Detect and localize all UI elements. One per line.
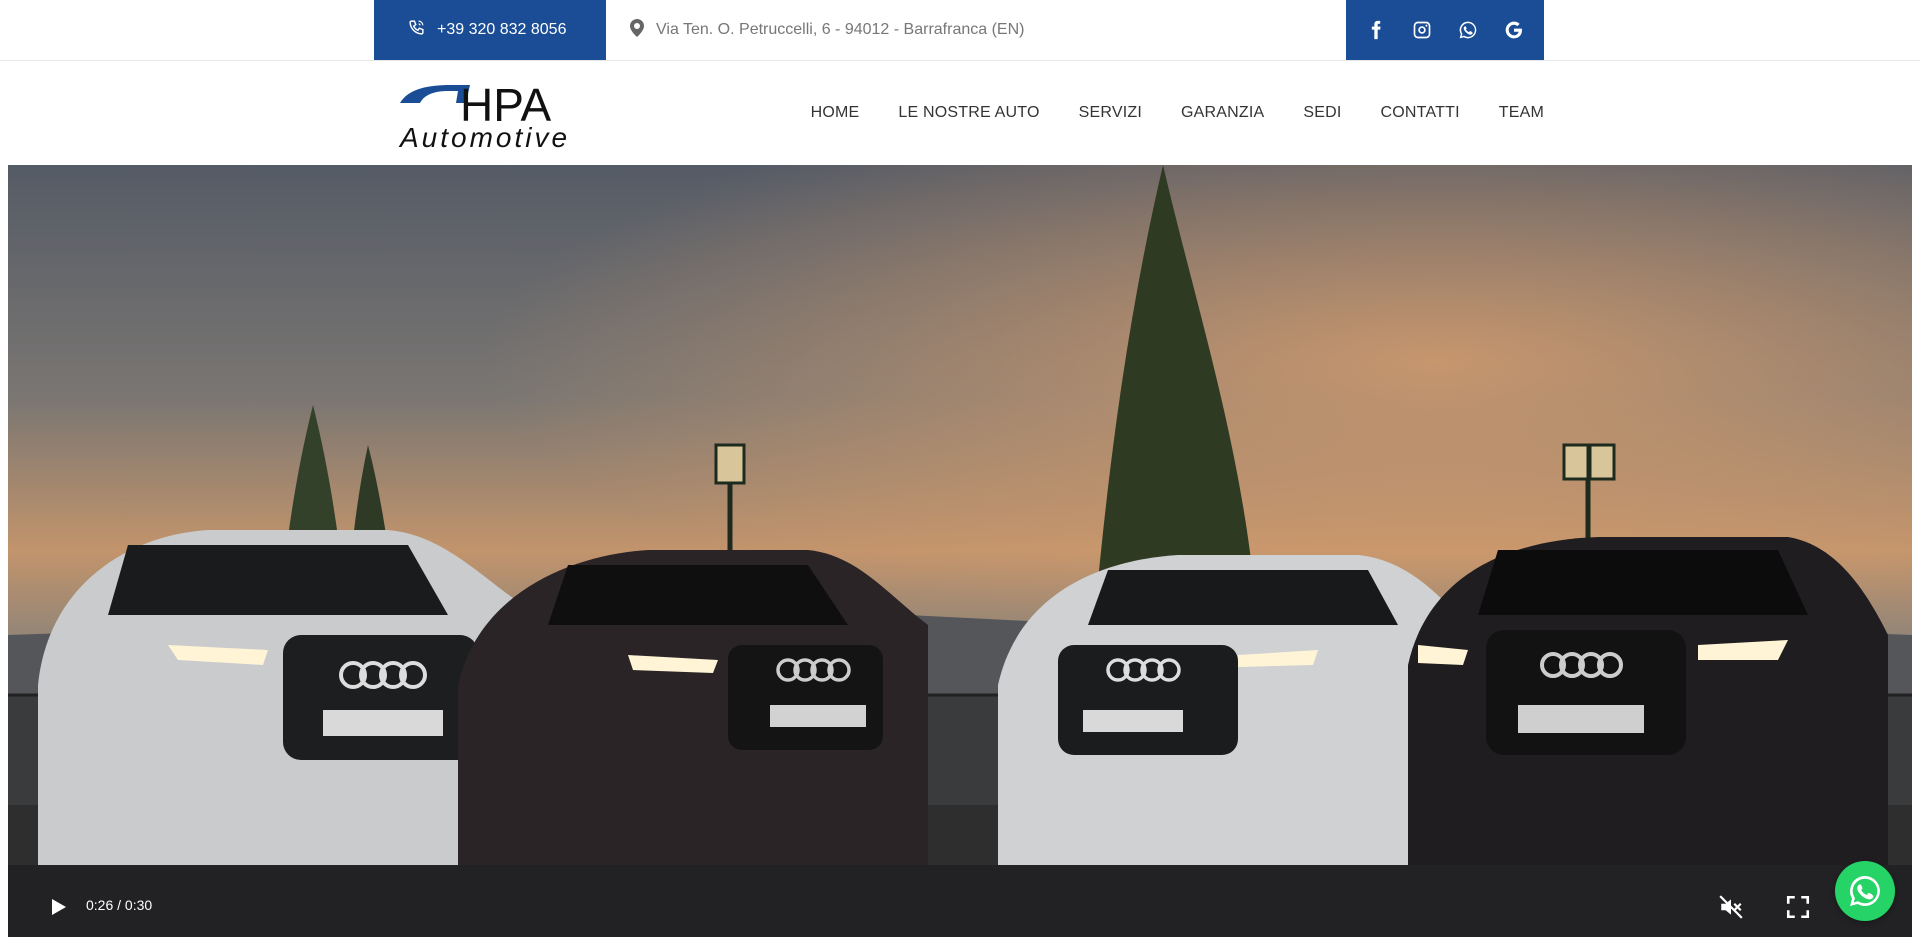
nav-item-le-nostre-auto[interactable]: LE NOSTRE AUTO — [898, 104, 1039, 122]
nav-item-contatti[interactable]: CONTATTI — [1381, 104, 1460, 122]
site-logo[interactable]: HPA Automotive — [398, 79, 592, 153]
nav-item-servizi[interactable]: SERVIZI — [1079, 104, 1142, 122]
nav-item-team[interactable]: TEAM — [1499, 104, 1544, 122]
facebook-icon[interactable] — [1366, 20, 1386, 40]
instagram-icon[interactable] — [1412, 20, 1432, 40]
social-links — [1346, 0, 1544, 60]
video-time: 0:26 / 0:30 — [86, 897, 153, 913]
main-nav: HOME LE NOSTRE AUTO SERVIZI GARANZIA SED… — [811, 61, 1544, 165]
hero-video[interactable]: 0:26 / 0:30 — [8, 165, 1912, 937]
mute-button[interactable] — [1718, 894, 1744, 920]
nav-item-sedi[interactable]: SEDI — [1303, 104, 1341, 122]
play-icon — [52, 899, 66, 915]
nav-item-home[interactable]: HOME — [811, 104, 860, 122]
whatsapp-float-button[interactable] — [1835, 861, 1895, 921]
video-controls: 0:26 / 0:30 — [8, 877, 1912, 937]
nav-item-garanzia[interactable]: GARANZIA — [1181, 104, 1264, 122]
phone-icon — [408, 19, 425, 41]
page: +39 320 832 8056 Via Ten. O. Petruccelli… — [0, 0, 1920, 937]
fullscreen-icon — [1786, 895, 1810, 919]
logo-subtitle: Automotive — [398, 122, 570, 151]
play-button[interactable] — [46, 895, 70, 919]
phone-link[interactable]: +39 320 832 8056 — [374, 0, 606, 60]
muted-speaker-icon — [1719, 895, 1743, 919]
main-header: HPA Automotive HOME LE NOSTRE AUTO SERVI… — [0, 61, 1920, 165]
address-text: Via Ten. O. Petruccelli, 6 - 94012 - Bar… — [656, 21, 1025, 38]
whatsapp-icon — [1850, 876, 1880, 906]
phone-number: +39 320 832 8056 — [437, 21, 567, 38]
map-pin-icon — [630, 18, 644, 42]
fullscreen-button[interactable] — [1785, 894, 1811, 920]
top-bar: +39 320 832 8056 Via Ten. O. Petruccelli… — [0, 0, 1920, 61]
address: Via Ten. O. Petruccelli, 6 - 94012 - Bar… — [630, 0, 1024, 60]
video-frame — [8, 165, 1912, 937]
whatsapp-icon[interactable] — [1458, 20, 1478, 40]
google-icon[interactable] — [1504, 20, 1524, 40]
